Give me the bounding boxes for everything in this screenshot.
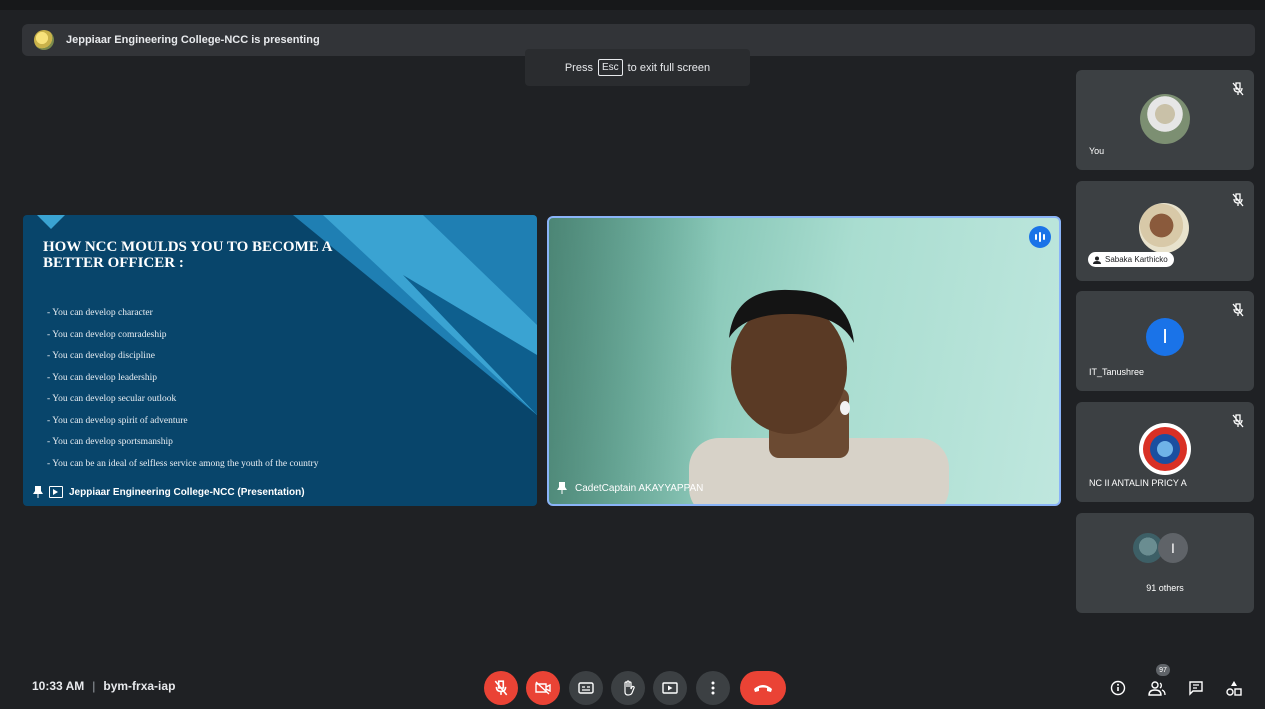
ncc-emblem-avatar: [1139, 423, 1191, 475]
participant-name-chip: Sabaka Karthicko: [1088, 252, 1174, 267]
presenting-text: Jeppiaar Engineering College-NCC is pres…: [66, 34, 320, 46]
speaking-indicator-icon: [1029, 226, 1051, 248]
camera-off-icon: [535, 681, 551, 695]
camera-toggle-button[interactable]: [526, 671, 560, 705]
mic-off-icon: [1232, 193, 1244, 207]
captions-button[interactable]: [569, 671, 603, 705]
activities-icon: [1226, 681, 1242, 696]
hang-up-icon: [754, 685, 772, 692]
slide-bullet: You can develop leadership: [47, 368, 347, 390]
participant-tile-you[interactable]: You: [1076, 70, 1254, 170]
speaker-video-tile[interactable]: CadetCaptain AKAYYAPPAN: [547, 216, 1061, 506]
pin-icon: [557, 482, 567, 494]
participant-tile[interactable]: NC II ANTALIN PRICY A: [1076, 402, 1254, 502]
people-icon: [1148, 681, 1166, 696]
presentation-source-name: Jeppiaar Engineering College-NCC (Presen…: [69, 486, 305, 498]
present-screen-icon: [662, 682, 678, 694]
participant-name: Sabaka Karthicko: [1105, 255, 1168, 264]
participant-tile[interactable]: I IT_Tanushree: [1076, 291, 1254, 391]
window-top-edge: [0, 0, 1265, 10]
mic-off-icon: [494, 680, 508, 696]
avatar: [1140, 94, 1190, 144]
slide-bullet: You can develop comradeship: [47, 325, 347, 347]
meeting-details-button[interactable]: [1106, 676, 1130, 700]
more-options-button[interactable]: [696, 671, 730, 705]
meeting-code: bym-frxa-iap: [103, 679, 176, 693]
exit-fullscreen-toast: Press Esc to exit full screen: [525, 49, 750, 86]
participant-name: You: [1089, 146, 1105, 156]
chat-icon: [1189, 681, 1203, 696]
mic-off-icon: [1232, 303, 1244, 317]
hand-icon: [624, 680, 635, 696]
others-count: 91 others: [1146, 583, 1184, 593]
participant-name: IT_Tanushree: [1089, 367, 1145, 377]
speaker-tile-label: CadetCaptain AKAYYAPPAN: [557, 482, 703, 494]
slide-title: HOW NCC MOULDS YOU TO BECOME A BETTER OF…: [43, 239, 332, 271]
presenter-avatar: [34, 30, 54, 50]
current-time: 10:33 AM: [32, 679, 85, 693]
slide-bullet: You can develop spirit of adventure: [47, 411, 347, 433]
info-icon: [1110, 680, 1126, 696]
mic-off-icon: [1232, 82, 1244, 96]
present-screen-icon: [49, 486, 63, 498]
toast-prefix: Press: [564, 61, 593, 74]
participant-tile[interactable]: Sabaka Karthicko: [1076, 181, 1254, 281]
presentation-tile-label: Jeppiaar Engineering College-NCC (Presen…: [33, 486, 305, 498]
slide-bullet: You can develop sportsmanship: [47, 432, 347, 454]
mic-toggle-button[interactable]: [484, 671, 518, 705]
mic-off-icon: [1232, 414, 1244, 428]
avatar-initial: I: [1158, 533, 1188, 563]
more-vert-icon: [711, 681, 715, 695]
toast-suffix: to exit full screen: [627, 61, 711, 74]
person-icon: [1093, 256, 1101, 264]
separator: |: [92, 679, 96, 693]
people-button[interactable]: [1145, 676, 1169, 700]
speaker-video-image: [689, 289, 949, 504]
captions-icon: [578, 682, 594, 694]
speaker-name: CadetCaptain AKAYYAPPAN: [575, 482, 704, 494]
esc-key-hint: Esc: [597, 59, 623, 76]
activities-button[interactable]: [1222, 676, 1246, 700]
chat-button[interactable]: [1184, 676, 1208, 700]
participant-count-badge: 97: [1156, 664, 1170, 676]
raise-hand-button[interactable]: [611, 671, 645, 705]
slide-bullet-list: You can develop character You can develo…: [47, 303, 347, 470]
slide-bullet: You can be an ideal of selfless service …: [47, 459, 347, 470]
pin-icon: [33, 486, 43, 498]
others-tile[interactable]: I 91 others: [1076, 513, 1254, 613]
present-now-button[interactable]: [653, 671, 687, 705]
avatar-initial: I: [1146, 318, 1184, 356]
slide-bullet: You can develop discipline: [47, 346, 347, 368]
slide-bullet: You can develop secular outlook: [47, 389, 347, 411]
meeting-details: 10:33 AM | bym-frxa-iap: [32, 679, 175, 693]
avatar: [1139, 203, 1189, 253]
participant-name: NC II ANTALIN PRICY A: [1089, 478, 1187, 488]
slide-bullet: You can develop character: [47, 303, 347, 325]
leave-call-button[interactable]: [740, 671, 786, 705]
presentation-tile[interactable]: HOW NCC MOULDS YOU TO BECOME A BETTER OF…: [23, 215, 537, 506]
